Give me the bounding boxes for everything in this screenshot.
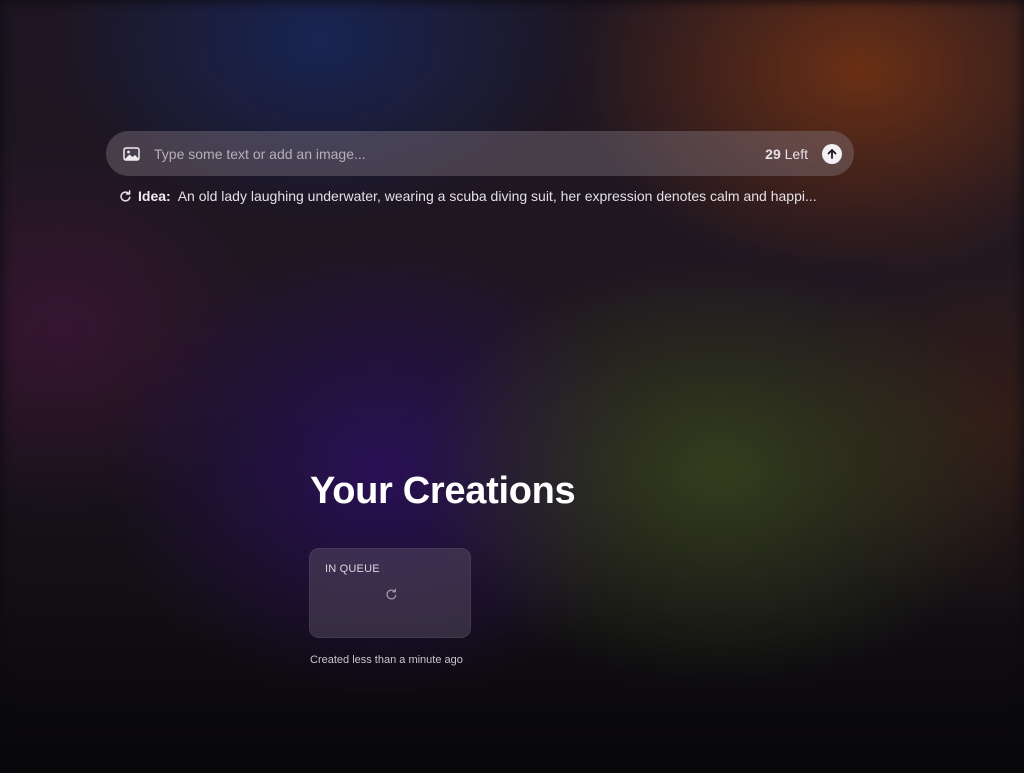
refresh-icon[interactable] bbox=[118, 189, 132, 203]
idea-text[interactable]: An old lady laughing underwater, wearing… bbox=[178, 188, 817, 204]
created-timestamp: Created less than a minute ago bbox=[310, 654, 463, 666]
prompt-bar: 29 Left bbox=[106, 131, 854, 176]
idea-label: Idea: bbox=[138, 188, 171, 204]
credits-count: 29 bbox=[765, 145, 781, 162]
submit-button[interactable] bbox=[822, 143, 842, 164]
page-content: 29 Left Idea: An old lady laughing under… bbox=[0, 0, 1024, 773]
credits-remaining: 29 Left bbox=[765, 146, 808, 162]
creation-card[interactable]: IN QUEUE bbox=[309, 548, 471, 638]
credits-suffix: Left bbox=[784, 145, 808, 162]
prompt-input[interactable] bbox=[154, 138, 766, 169]
spinner-icon bbox=[384, 587, 398, 601]
image-icon[interactable] bbox=[120, 143, 142, 165]
idea-suggestion: Idea: An old lady laughing underwater, w… bbox=[118, 186, 817, 206]
status-badge: IN QUEUE bbox=[325, 563, 380, 575]
creations-title: Your Creations bbox=[310, 470, 576, 512]
arrow-up-icon bbox=[827, 148, 837, 159]
